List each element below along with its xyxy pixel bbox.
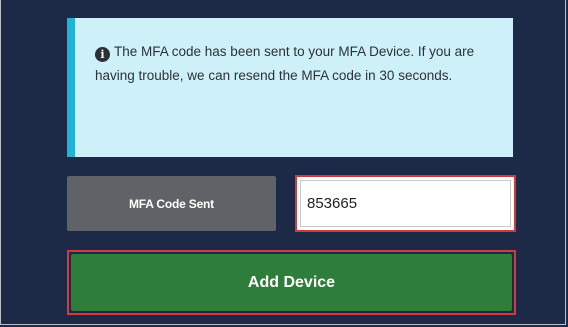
mfa-code-highlight (295, 175, 516, 232)
info-icon: i (95, 47, 110, 62)
mfa-code-input[interactable] (300, 180, 511, 227)
add-device-highlight: Add Device (67, 250, 516, 315)
add-device-button[interactable]: Add Device (71, 254, 512, 311)
mfa-code-sent-label: MFA Code Sent (67, 176, 276, 231)
mfa-label-text: MFA Code Sent (129, 196, 214, 211)
info-alert: i The MFA code has been sent to your MFA … (67, 18, 513, 157)
alert-message: The MFA code has been sent to your MFA D… (95, 44, 475, 83)
